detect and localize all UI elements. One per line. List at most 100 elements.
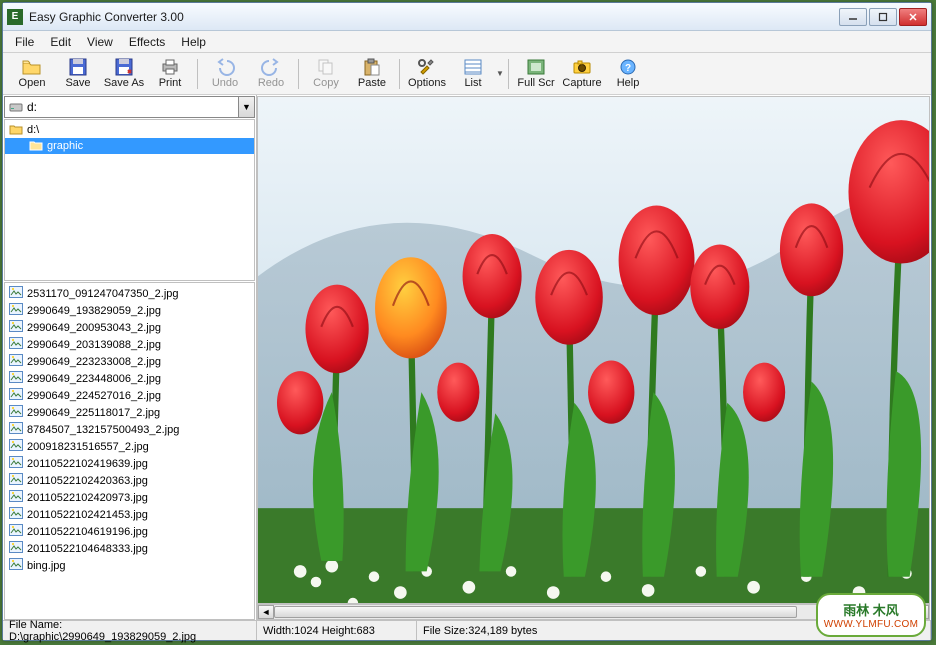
file-item[interactable]: 20110522102420973.jpg (7, 489, 252, 506)
file-item[interactable]: 2990649_203139088_2.jpg (7, 336, 252, 353)
printer-icon (160, 58, 180, 76)
file-name: 20110522104619196.jpg (27, 526, 148, 538)
image-file-icon (9, 558, 23, 573)
toolbar-label: Paste (358, 77, 386, 89)
image-file-icon (9, 490, 23, 505)
folder-tree[interactable]: d:\ graphic (4, 119, 255, 281)
file-item[interactable]: 20110522102419639.jpg (7, 455, 252, 472)
file-item[interactable]: 2990649_223233008_2.jpg (7, 353, 252, 370)
image-file-icon (9, 388, 23, 403)
floppy-icon (68, 58, 88, 76)
image-file-icon (9, 337, 23, 352)
toolbar-separator (399, 59, 400, 89)
drive-icon (9, 101, 23, 113)
status-dimensions: Width:1024 Height:683 (257, 621, 417, 640)
toolbar-label: Copy (313, 77, 339, 89)
drive-select-body[interactable]: d: (5, 97, 238, 117)
folder-d[interactable]: d:\ (5, 122, 254, 138)
folder-icon (9, 123, 23, 138)
watermark-title: 雨林 木风 (843, 600, 899, 619)
file-name: 20110522102420973.jpg (27, 492, 148, 504)
image-file-icon (9, 303, 23, 318)
file-name: 2990649_223448006_2.jpg (27, 373, 161, 385)
menu-file[interactable]: File (7, 32, 42, 52)
preview-image (258, 97, 930, 603)
file-item[interactable]: bing.jpg (7, 557, 252, 574)
file-item[interactable]: 2990649_225118017_2.jpg (7, 404, 252, 421)
image-file-icon (9, 541, 23, 556)
fullscreen-icon (526, 58, 546, 76)
toolbar: Open Save Save AsPrintUndo Redo Copy Paste Opt… (3, 53, 931, 95)
file-item[interactable]: 20110522104619196.jpg (7, 523, 252, 540)
file-name: bing.jpg (27, 560, 66, 572)
redo-icon (261, 58, 281, 76)
toolbar-label: Redo (258, 77, 284, 89)
toolbar-list-button[interactable]: List (450, 55, 496, 92)
minimize-button[interactable] (839, 8, 867, 26)
file-list[interactable]: 2531170_091247047350_2.jpg2990649_193829… (4, 282, 255, 620)
file-item[interactable]: 2990649_200953043_2.jpg (7, 319, 252, 336)
close-button[interactable] (899, 8, 927, 26)
menubar: FileEditViewEffectsHelp (3, 31, 931, 53)
file-name: 2990649_203139088_2.jpg (27, 339, 161, 351)
undo-icon (215, 58, 235, 76)
folder-open-icon (22, 58, 42, 76)
file-item[interactable]: 2531170_091247047350_2.jpg (7, 285, 252, 302)
scroll-thumb[interactable] (274, 606, 797, 618)
maximize-button[interactable] (869, 8, 897, 26)
file-name: 2990649_225118017_2.jpg (27, 407, 160, 419)
file-name: 20110522104648333.jpg (27, 543, 148, 555)
file-name: 200918231516557_2.jpg (27, 441, 149, 453)
folder-label: graphic (47, 140, 83, 152)
drive-dropdown-button[interactable]: ▼ (238, 97, 254, 117)
menu-edit[interactable]: Edit (42, 32, 79, 52)
toolbar-help-button[interactable]: ?Help (605, 55, 651, 92)
file-item[interactable]: 20110522102421453.jpg (7, 506, 252, 523)
file-item[interactable]: 20110522102420363.jpg (7, 472, 252, 489)
toolbar-label: Open (19, 77, 46, 89)
file-item[interactable]: 8784507_132157500493_2.jpg (7, 421, 252, 438)
toolbar-capture-button[interactable]: Capture (559, 55, 605, 92)
image-file-icon (9, 371, 23, 386)
folder-graphic[interactable]: graphic (5, 138, 254, 154)
toolbar-label: Full Scr (517, 77, 554, 89)
toolbar-options-button[interactable]: Options (404, 55, 450, 92)
file-item[interactable]: 2990649_223448006_2.jpg (7, 370, 252, 387)
toolbar-list-dropdown[interactable]: ▼ (496, 69, 504, 78)
file-item[interactable]: 2990649_193829059_2.jpg (7, 302, 252, 319)
toolbar-save-as-button[interactable]: Save As (101, 55, 147, 92)
tools-icon (417, 58, 437, 76)
file-item[interactable]: 2990649_224527016_2.jpg (7, 387, 252, 404)
drive-label: d: (27, 100, 37, 114)
toolbar-label: Help (617, 77, 640, 89)
toolbar-separator (298, 59, 299, 89)
window-title: Easy Graphic Converter 3.00 (29, 10, 839, 24)
toolbar-label: Save As (104, 77, 144, 89)
help-icon: ? (618, 58, 638, 76)
app-window: E Easy Graphic Converter 3.00 FileEditVi… (2, 2, 932, 641)
folder-label: d:\ (27, 124, 39, 136)
toolbar-full-scr-button[interactable]: Full Scr (513, 55, 559, 92)
menu-view[interactable]: View (79, 32, 121, 52)
copy-icon (316, 58, 336, 76)
toolbar-paste-button[interactable]: Paste (349, 55, 395, 92)
window-controls (839, 8, 927, 26)
file-item[interactable]: 200918231516557_2.jpg (7, 438, 252, 455)
drive-select[interactable]: d: ▼ (4, 96, 255, 118)
file-name: 8784507_132157500493_2.jpg (27, 424, 179, 436)
toolbar-label: List (464, 77, 481, 89)
image-file-icon (9, 422, 23, 437)
file-item[interactable]: 20110522104648333.jpg (7, 540, 252, 557)
folder-open-icon (29, 139, 43, 154)
toolbar-print-button[interactable]: Print (147, 55, 193, 92)
toolbar-save-button[interactable]: Save (55, 55, 101, 92)
file-name: 20110522102420363.jpg (27, 475, 148, 487)
toolbar-open-button[interactable]: Open (9, 55, 55, 92)
image-file-icon (9, 456, 23, 471)
toolbar-label: Save (65, 77, 90, 89)
scroll-left-button[interactable]: ◄ (258, 605, 274, 619)
preview-canvas[interactable] (257, 96, 930, 604)
menu-effects[interactable]: Effects (121, 32, 173, 52)
toolbar-undo-button: Undo (202, 55, 248, 92)
menu-help[interactable]: Help (173, 32, 214, 52)
